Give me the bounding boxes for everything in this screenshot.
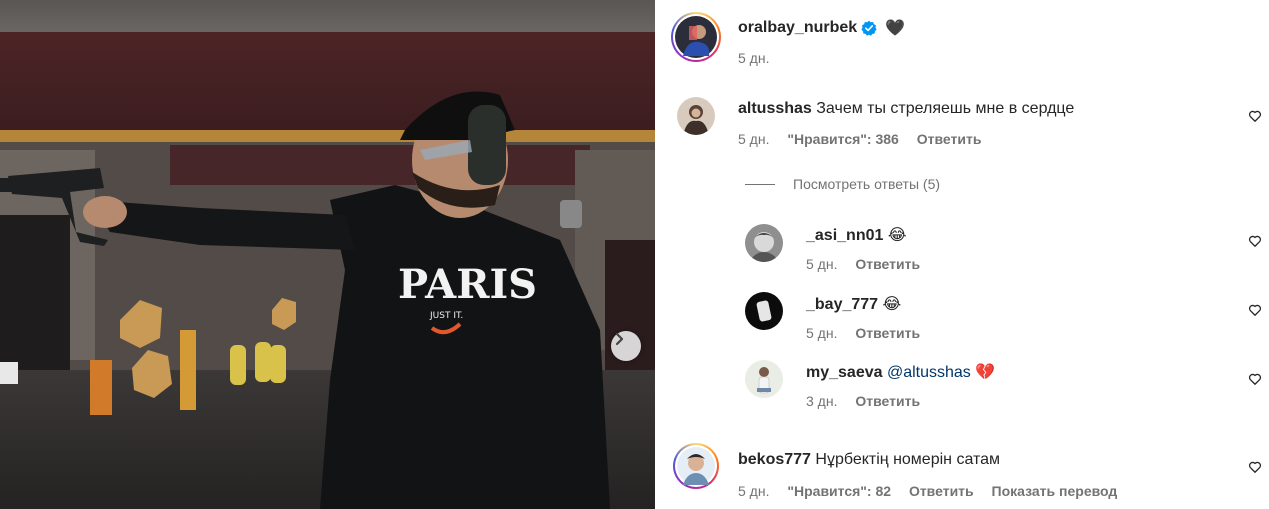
avatar-image (745, 292, 783, 330)
author-username[interactable]: oralbay_nurbek (738, 19, 857, 37)
avatar-image (677, 97, 715, 135)
reply-button[interactable]: Ответить (909, 483, 974, 499)
comment-meta: 5 дн. "Нравится": 386 Ответить (738, 131, 995, 147)
comment-likes[interactable]: "Нравится": 82 (787, 483, 891, 499)
replies-divider (745, 183, 775, 185)
comment-text: Зачем ты стреляешь мне в сердце (816, 100, 1075, 117)
black-heart-emoji: 🖤 (885, 20, 906, 37)
comment-likes[interactable]: "Нравится": 386 (787, 131, 898, 147)
next-photo-button[interactable] (611, 331, 641, 361)
reply-button[interactable]: Ответить (855, 256, 920, 272)
reply-text: 💔 (975, 364, 996, 381)
like-heart-icon[interactable] (1248, 460, 1262, 474)
reply-avatar-asi-nn01[interactable] (745, 224, 783, 262)
like-heart-icon[interactable] (1248, 109, 1262, 123)
like-heart-icon[interactable] (1248, 234, 1262, 248)
like-heart-icon[interactable] (1248, 303, 1262, 317)
comment-meta: 5 дн. "Нравится": 82 Ответить Показать п… (738, 483, 1131, 499)
post-time: 5 дн. (738, 50, 770, 66)
chevron-right-icon (615, 332, 624, 346)
verified-badge-icon (861, 20, 877, 36)
comment-text: Нұрбектің номерін сатам (815, 451, 1001, 468)
reply-meta: 5 дн. Ответить (806, 325, 934, 341)
reply-username[interactable]: _bay_777 (806, 296, 878, 313)
reply-time: 5 дн. (806, 256, 838, 272)
comment-username[interactable]: bekos777 (738, 451, 811, 468)
post-photo: PARIS JUST IT. (0, 0, 655, 509)
reply-username[interactable]: my_saeva (806, 364, 883, 381)
author-avatar[interactable] (671, 12, 721, 62)
commenter-avatar-altusshas[interactable] (677, 97, 715, 135)
reply-button[interactable]: Ответить (855, 393, 920, 409)
reply-button[interactable]: Ответить (917, 131, 982, 147)
show-translation-button[interactable]: Показать перевод (992, 483, 1118, 499)
hoodie-print-text: PARIS (398, 261, 537, 308)
hoodie-subtext: JUST IT. (429, 311, 463, 321)
reply-username[interactable]: _asi_nn01 (806, 227, 883, 244)
reply-time: 3 дн. (806, 393, 838, 409)
reply-text: 😂 (882, 296, 902, 313)
like-heart-icon[interactable] (1248, 372, 1262, 386)
comments-panel: oralbay_nurbek 🖤 5 дн. altusshas Зачем т… (655, 0, 1269, 509)
reply-avatar-bay-777[interactable] (745, 292, 783, 330)
shooting-range-photo: PARIS JUST IT. (0, 0, 655, 509)
reply-meta: 3 дн. Ответить (806, 393, 934, 409)
comment-username[interactable]: altusshas (738, 100, 812, 117)
view-replies-label: Посмотреть ответы (5) (793, 176, 941, 192)
avatar-image (745, 224, 783, 262)
avatar-image (745, 360, 783, 398)
author-avatar-image (675, 16, 717, 58)
commenter-avatar-bekos777[interactable] (673, 443, 719, 489)
reply-time: 5 дн. (806, 325, 838, 341)
reply-button[interactable]: Ответить (855, 325, 920, 341)
comment-time: 5 дн. (738, 483, 770, 499)
avatar-image (677, 447, 715, 485)
reply-text: 😂 (887, 227, 907, 244)
reply-avatar-my-saeva[interactable] (745, 360, 783, 398)
reply-mention[interactable]: @altusshas (887, 364, 971, 381)
comment-time: 5 дн. (738, 131, 770, 147)
reply-meta: 5 дн. Ответить (806, 256, 934, 272)
view-replies-button[interactable]: Посмотреть ответы (5) (745, 176, 940, 192)
comment-altusshas: altusshas Зачем ты стреляешь мне в сердц… (738, 100, 1074, 118)
